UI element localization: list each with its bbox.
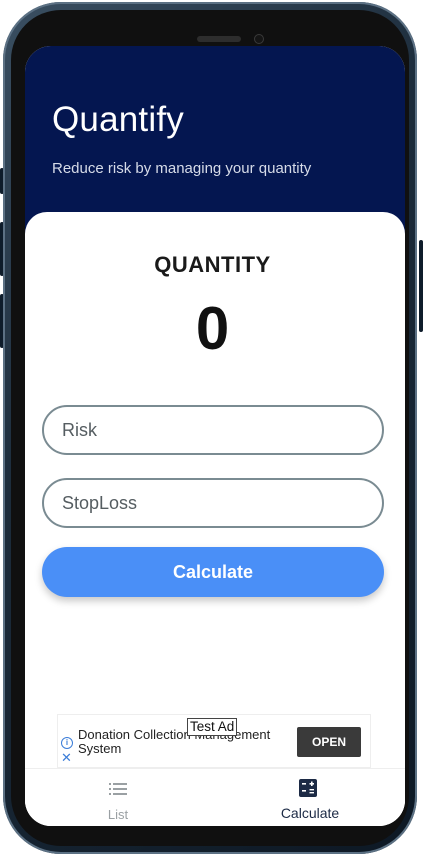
- ad-text: Donation Collection Management System: [78, 727, 271, 756]
- test-ad-badge: Test Ad: [187, 718, 238, 736]
- phone-power-button: [419, 240, 423, 332]
- risk-input[interactable]: [42, 405, 384, 455]
- app-title: Quantify: [52, 100, 184, 139]
- calculator-icon: [299, 779, 317, 797]
- nav-list-label: List: [107, 807, 129, 822]
- nav-item-calculate[interactable]: Calculate: [215, 769, 405, 826]
- stoploss-input[interactable]: [42, 478, 384, 528]
- quantity-label: QUANTITY: [154, 252, 271, 277]
- phone-speaker: [197, 36, 241, 42]
- calculate-button[interactable]: Calculate: [42, 547, 384, 597]
- list-icon: [109, 783, 127, 795]
- bottom-navigation: List Calculate: [25, 768, 405, 826]
- nav-calculate-label: Calculate: [280, 805, 340, 821]
- front-camera: [254, 34, 264, 44]
- app-screen: Quantify Reduce risk by managing your qu…: [25, 46, 405, 826]
- ad-close-icon[interactable]: ✕: [61, 751, 72, 764]
- ad-open-button[interactable]: OPEN: [297, 727, 361, 757]
- nav-item-list[interactable]: List: [25, 769, 215, 826]
- quantity-value: 0: [195, 295, 230, 362]
- app-subtitle: Reduce risk by managing your quantity: [52, 160, 312, 177]
- ad-banner[interactable]: i ✕ Donation Collection Management Syste…: [57, 714, 371, 768]
- ad-info-icon[interactable]: i: [61, 737, 73, 749]
